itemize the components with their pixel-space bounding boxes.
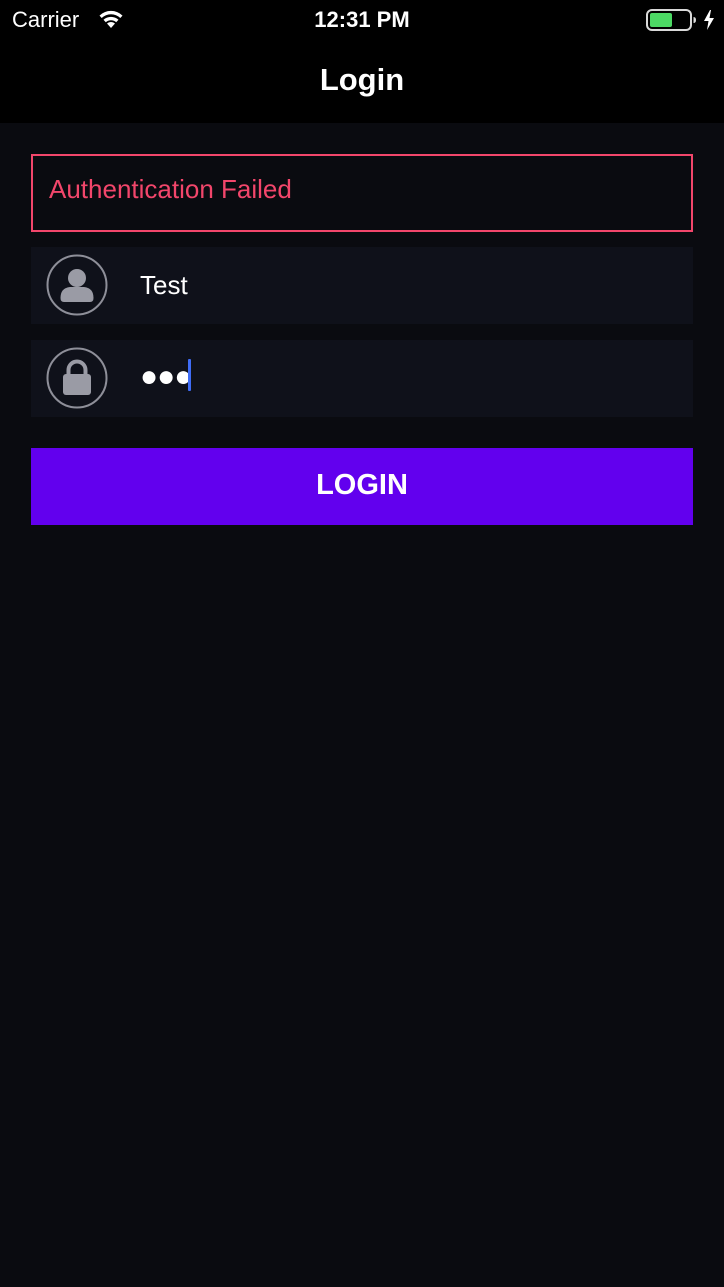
status-time: 12:31 PM bbox=[314, 7, 410, 32]
login-screen: Carrier 12:31 PM Login Authentication Fa… bbox=[0, 0, 724, 1287]
error-message: Authentication Failed bbox=[49, 174, 292, 204]
username-value: Test bbox=[140, 270, 188, 300]
login-button-label: LOGIN bbox=[316, 469, 408, 501]
page-title: Login bbox=[319, 62, 405, 97]
lock-icon bbox=[46, 347, 108, 409]
username-field[interactable]: Test bbox=[31, 247, 693, 324]
charging-bolt-icon bbox=[704, 10, 714, 30]
login-button[interactable]: LOGIN bbox=[31, 448, 693, 525]
nav-bar: Login bbox=[0, 40, 724, 123]
password-value: ●●● bbox=[140, 360, 192, 393]
user-icon bbox=[46, 254, 108, 316]
error-banner: Authentication Failed bbox=[31, 154, 693, 232]
password-field[interactable]: ●●● bbox=[31, 340, 693, 417]
status-bar: Carrier 12:31 PM bbox=[0, 0, 724, 40]
text-caret bbox=[188, 359, 191, 391]
battery-icon bbox=[646, 9, 696, 31]
